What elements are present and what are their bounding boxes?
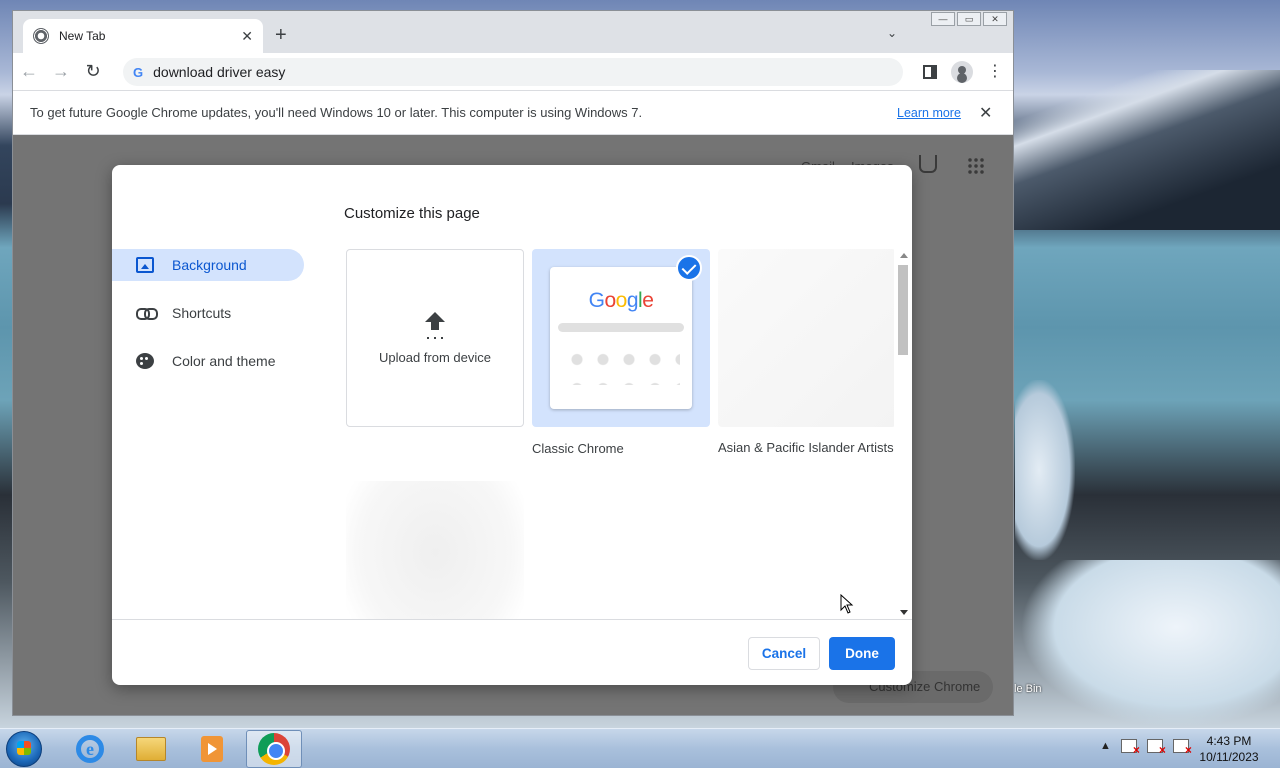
action-center-flag-icon[interactable] — [1120, 739, 1140, 757]
close-infobar-icon[interactable]: ✕ — [979, 103, 992, 123]
close-tab-icon[interactable]: ✕ — [241, 28, 253, 45]
network-icon[interactable] — [1146, 739, 1166, 757]
apps-grid-icon[interactable] — [967, 157, 985, 175]
address-text[interactable]: download driver easy — [153, 64, 285, 80]
infobar-message: To get future Google Chrome updates, you… — [30, 105, 643, 120]
window-controls: — ▭ ✕ — [931, 12, 1007, 26]
system-tray: ▲ — [1100, 739, 1192, 757]
background-icon — [136, 257, 154, 273]
link-icon — [136, 305, 158, 321]
recycle-bin-label[interactable]: le Bin — [1014, 683, 1042, 695]
chrome-icon — [258, 733, 290, 765]
scroll-down-arrow-icon[interactable] — [900, 610, 908, 615]
scroll-up-arrow-icon[interactable] — [900, 253, 908, 258]
labs-flask-icon[interactable] — [919, 155, 937, 173]
taskbar: e ▲ 4:43 PM 10/11/2023 — [0, 728, 1280, 768]
background-grid: Upload from device Google Classic Chrome… — [346, 249, 894, 619]
close-window-button[interactable]: ✕ — [983, 12, 1007, 26]
preview-search-bar — [558, 323, 684, 332]
show-hidden-icons-chevron-icon[interactable]: ▲ — [1100, 740, 1111, 752]
profile-icon[interactable] — [951, 61, 973, 83]
dialog-title: Customize this page — [344, 205, 480, 222]
upload-from-device-tile[interactable]: Upload from device — [346, 249, 524, 427]
cancel-button[interactable]: Cancel — [748, 637, 820, 670]
clock-time: 4:43 PM — [1206, 734, 1252, 748]
update-infobar: To get future Google Chrome updates, you… — [13, 90, 1013, 135]
wallpaper-ice — [1015, 380, 1075, 560]
address-bar[interactable]: G download driver easy — [123, 58, 903, 86]
tab-search-chevron-icon[interactable]: ⌄ — [887, 26, 897, 40]
tab-title: New Tab — [59, 29, 106, 43]
minimize-button[interactable]: — — [931, 12, 955, 26]
toolbar: ← → ↻ G download driver easy ⋮ — [13, 53, 1013, 90]
clock-date: 10/11/2023 — [1199, 750, 1259, 764]
selected-check-icon — [676, 255, 702, 281]
tab-new-tab[interactable]: New Tab ✕ — [23, 19, 263, 53]
more-menu-icon[interactable]: ⋮ — [987, 64, 1003, 80]
classic-chrome-label: Classic Chrome — [532, 441, 624, 456]
palette-icon — [136, 353, 154, 369]
reload-button[interactable]: ↻ — [77, 61, 109, 82]
upload-icon — [424, 311, 446, 336]
nav-item-label: Color and theme — [172, 353, 276, 369]
grid-scrollbar[interactable] — [896, 249, 910, 617]
preview-shortcut-dots — [564, 345, 680, 385]
forward-button[interactable]: → — [45, 61, 77, 82]
nav-item-shortcuts[interactable]: Shortcuts — [112, 297, 304, 329]
media-player-icon — [201, 736, 223, 762]
asian-pacific-artists-tile[interactable] — [718, 249, 894, 427]
learn-more-link[interactable]: Learn more — [897, 106, 961, 120]
taskbar-clock[interactable]: 4:43 PM 10/11/2023 — [1196, 733, 1262, 765]
asian-pacific-artists-label: Asian & Pacific Islander Artists — [718, 440, 894, 455]
internet-explorer-icon: e — [76, 735, 104, 763]
start-button[interactable] — [6, 731, 42, 767]
done-button[interactable]: Done — [829, 637, 895, 670]
collection-tile[interactable] — [346, 481, 524, 619]
volume-icon[interactable] — [1172, 739, 1192, 757]
toolbar-actions: ⋮ — [923, 61, 1003, 83]
nav-item-background[interactable]: Background — [112, 249, 304, 281]
customize-nav: Background Shortcuts Color and theme — [112, 249, 312, 393]
maximize-button[interactable]: ▭ — [957, 12, 981, 26]
google-logo: Google — [588, 289, 654, 312]
new-tab-button[interactable]: + — [275, 24, 287, 47]
folder-icon — [136, 737, 166, 761]
dialog-footer: Cancel Done — [112, 619, 912, 685]
chrome-favicon-icon — [33, 28, 49, 44]
upload-label: Upload from device — [379, 349, 491, 365]
wallpaper-ice — [1020, 560, 1280, 728]
side-panel-icon[interactable] — [923, 65, 937, 79]
nav-item-label: Shortcuts — [172, 305, 232, 321]
nav-item-label: Background — [172, 257, 247, 273]
taskbar-file-explorer[interactable] — [123, 730, 179, 768]
google-g-icon: G — [133, 64, 144, 80]
taskbar-chrome[interactable] — [246, 730, 302, 768]
nav-item-color-theme[interactable]: Color and theme — [112, 345, 304, 377]
scroll-thumb[interactable] — [898, 265, 908, 355]
classic-chrome-tile[interactable]: Google — [532, 249, 710, 427]
wallpaper-mountain — [1012, 70, 1280, 230]
taskbar-internet-explorer[interactable]: e — [62, 730, 118, 768]
taskbar-media-player[interactable] — [184, 730, 240, 768]
back-button[interactable]: ← — [13, 61, 45, 82]
customize-dialog: Customize this page Background Shortcuts… — [112, 165, 912, 685]
classic-preview: Google — [550, 267, 692, 409]
